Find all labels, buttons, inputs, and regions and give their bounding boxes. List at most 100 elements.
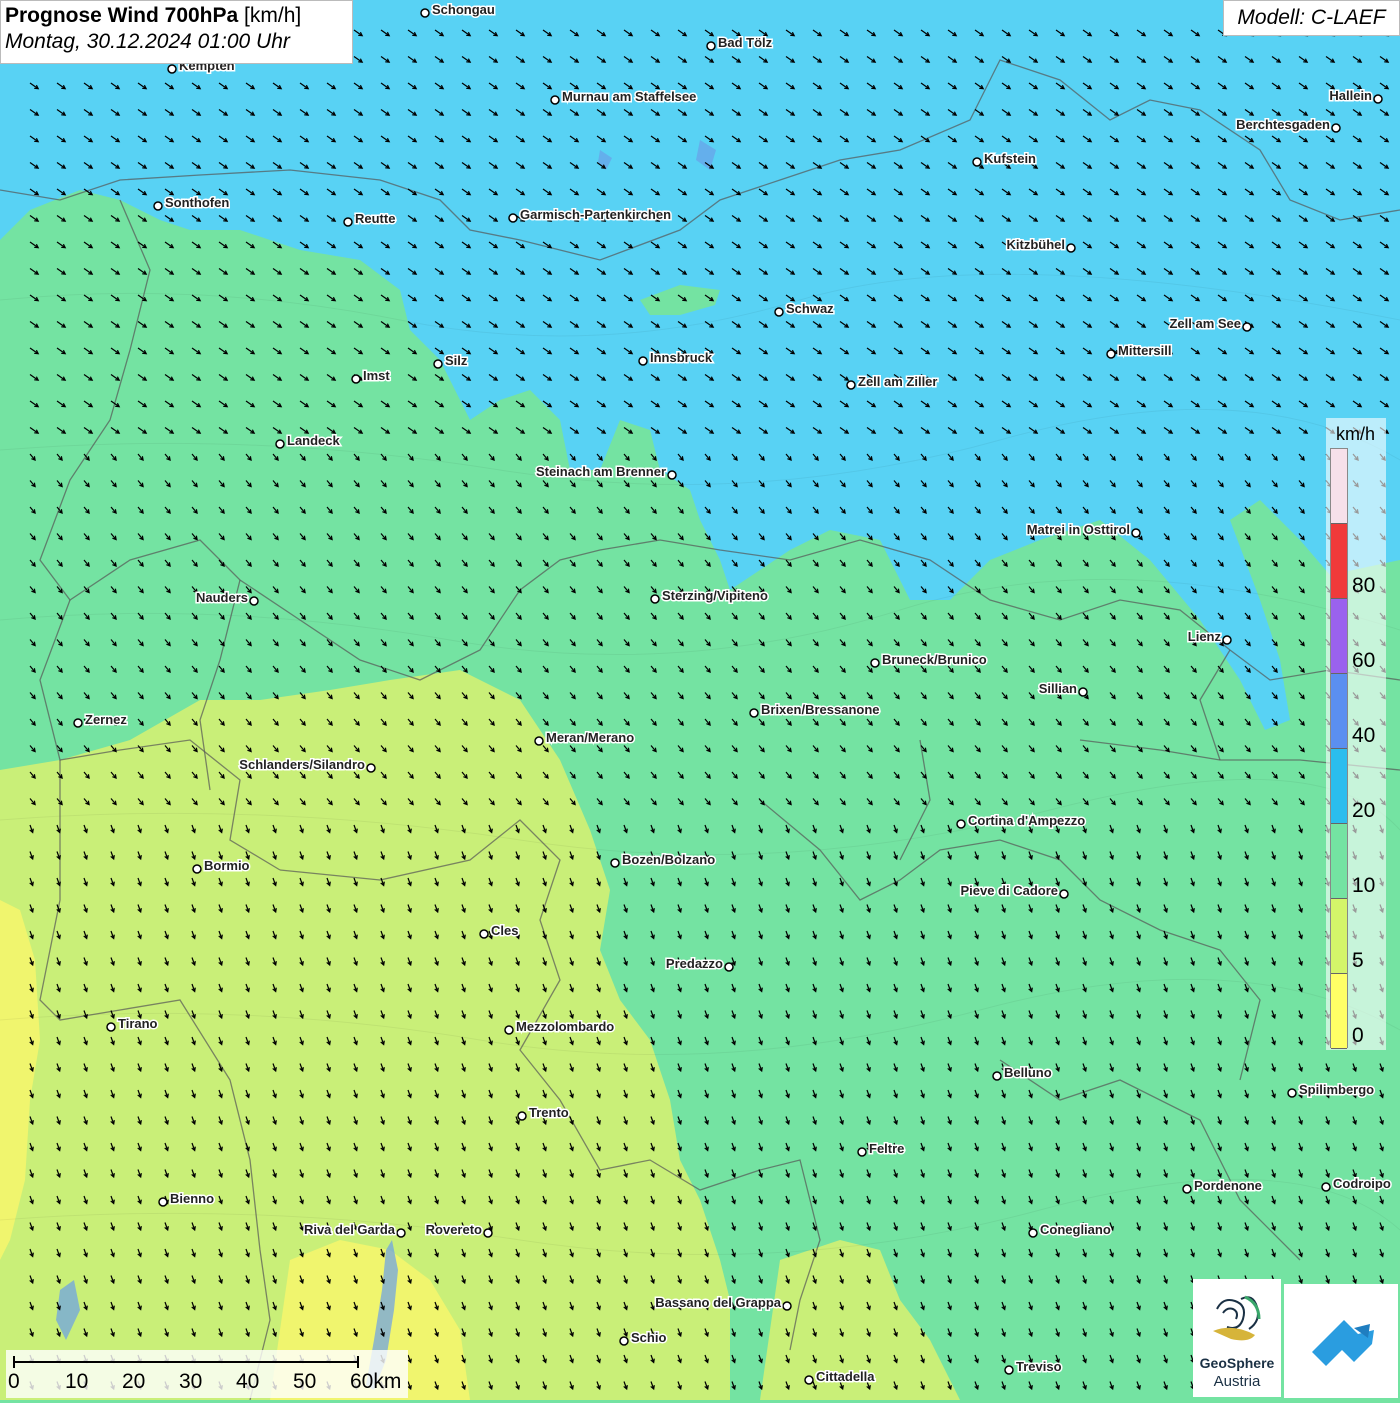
- city-label: Cittadella: [816, 1369, 875, 1384]
- city-marker[interactable]: Murnau am Staffelsee: [550, 88, 698, 106]
- city-dot: [106, 1022, 116, 1032]
- forecast-datetime: Montag, 30.12.2024 01:00 Uhr: [5, 30, 290, 53]
- scale-label: 60km: [350, 1370, 402, 1393]
- city-marker[interactable]: Meran/Merano: [534, 729, 636, 747]
- city-label: Innsbruck: [650, 350, 713, 365]
- city-marker[interactable]: Steinach am Brenner: [534, 463, 677, 481]
- city-label: Reutte: [355, 211, 395, 226]
- city-label: Kitzbühel: [1007, 237, 1066, 252]
- city-marker[interactable]: Brixen/Bressanone: [749, 701, 881, 719]
- city-dot: [1004, 1365, 1014, 1375]
- city-label: Lienz: [1188, 629, 1222, 644]
- city-dot: [73, 718, 83, 728]
- city-marker[interactable]: Berchtesgaden: [1235, 116, 1341, 134]
- city-dot: [534, 736, 544, 746]
- city-marker[interactable]: Garmisch-Partenkirchen: [508, 206, 673, 224]
- city-dot: [483, 1228, 493, 1238]
- city-dot: [479, 929, 489, 939]
- city-marker[interactable]: Spilimbergo: [1287, 1081, 1376, 1099]
- city-label: Imst: [363, 368, 390, 383]
- city-label: Silz: [445, 353, 468, 368]
- city-marker[interactable]: Innsbruck: [638, 349, 714, 367]
- city-marker[interactable]: Cittadella: [804, 1368, 877, 1386]
- city-dot: [667, 470, 677, 480]
- city-marker[interactable]: Bruneck/Brunico: [870, 651, 988, 669]
- city-label: Treviso: [1016, 1359, 1062, 1374]
- city-marker[interactable]: Schlanders/Silandro: [238, 756, 376, 774]
- city-dot: [158, 1197, 168, 1207]
- app-logo: [1284, 1284, 1398, 1398]
- scale-label: 0: [8, 1370, 20, 1393]
- legend-label: 40: [1352, 724, 1376, 747]
- city-label: Schongau: [432, 2, 495, 17]
- legend-label: 0: [1352, 1024, 1364, 1047]
- city-dot: [508, 213, 518, 223]
- city-label: Schio: [631, 1330, 666, 1345]
- city-dot: [870, 658, 880, 668]
- city-label: Predazzo: [666, 956, 723, 971]
- city-marker[interactable]: Kitzbühel: [1005, 236, 1076, 254]
- city-dot: [638, 356, 648, 366]
- city-label: Mezzolombardo: [516, 1019, 614, 1034]
- city-marker[interactable]: Sonthofen: [153, 194, 231, 212]
- city-dot: [804, 1375, 814, 1385]
- city-dot: [1242, 322, 1252, 332]
- city-marker[interactable]: Conegliano: [1028, 1221, 1112, 1239]
- city-marker[interactable]: Codroipo: [1321, 1175, 1392, 1193]
- city-marker[interactable]: Zell am See: [1168, 315, 1252, 333]
- city-marker[interactable]: Matrei in Osttirol: [1025, 521, 1141, 539]
- city-dot: [1078, 687, 1088, 697]
- city-marker[interactable]: Predazzo: [664, 955, 734, 973]
- city-dot: [517, 1111, 527, 1121]
- city-label: Berchtesgaden: [1236, 117, 1330, 132]
- city-dot: [1287, 1088, 1297, 1098]
- city-dot: [366, 763, 376, 773]
- legend-segment: [1331, 974, 1347, 1049]
- city-dot: [420, 8, 430, 18]
- city-dot: [153, 201, 163, 211]
- city-label: Zell am Ziller: [858, 374, 937, 389]
- legend-label: 5: [1352, 949, 1364, 972]
- city-label: Bruneck/Brunico: [882, 652, 987, 667]
- city-label: Sonthofen: [165, 195, 229, 210]
- city-label: Conegliano: [1040, 1222, 1111, 1237]
- city-marker[interactable]: Bozen/Bolzano: [610, 851, 717, 869]
- city-dot: [192, 864, 202, 874]
- city-label: Cortina d'Ampezzo: [968, 813, 1085, 828]
- city-dot: [343, 217, 353, 227]
- city-label: Codroipo: [1333, 1176, 1391, 1191]
- city-marker[interactable]: Mezzolombardo: [504, 1018, 616, 1036]
- city-dot: [1106, 349, 1116, 359]
- city-dot: [1131, 528, 1141, 538]
- city-label: Hallein: [1329, 88, 1372, 103]
- legend-segment: [1331, 524, 1347, 599]
- city-marker[interactable]: Pordenone: [1182, 1177, 1263, 1195]
- legend-segment: [1331, 449, 1347, 524]
- geosphere-subname: Austria: [1213, 1373, 1261, 1390]
- city-dot: [351, 374, 361, 384]
- city-label: Bormio: [204, 858, 250, 873]
- city-dot: [650, 594, 660, 604]
- city-dot: [249, 596, 259, 606]
- city-dot: [275, 439, 285, 449]
- city-marker[interactable]: Bassano del Grappa: [654, 1294, 792, 1312]
- city-label: Meran/Merano: [546, 730, 634, 745]
- city-marker[interactable]: Cortina d'Ampezzo: [956, 812, 1087, 830]
- city-marker[interactable]: Zell am Ziller: [846, 373, 939, 391]
- city-dot: [706, 41, 716, 51]
- wind-map[interactable]: SchongauBad TölzKemptenMurnau am Staffel…: [0, 0, 1400, 1400]
- legend-segment: [1331, 599, 1347, 674]
- legend-segment: [1331, 674, 1347, 749]
- map-title-unit: [km/h]: [244, 4, 302, 27]
- city-marker[interactable]: Pieve di Cadore: [959, 882, 1069, 900]
- city-marker[interactable]: Sterzing/Vipiteno: [650, 587, 769, 605]
- legend-segment: [1331, 824, 1347, 899]
- map-title: Prognose Wind 700hPa: [5, 4, 239, 27]
- city-dot: [1028, 1228, 1038, 1238]
- city-marker[interactable]: Riva del Garda: [302, 1221, 406, 1239]
- city-label: Pieve di Cadore: [960, 883, 1058, 898]
- city-dot: [1222, 635, 1232, 645]
- city-marker[interactable]: Schongau: [420, 1, 496, 19]
- city-dot: [1331, 123, 1341, 133]
- city-label: Brixen/Bressanone: [761, 702, 880, 717]
